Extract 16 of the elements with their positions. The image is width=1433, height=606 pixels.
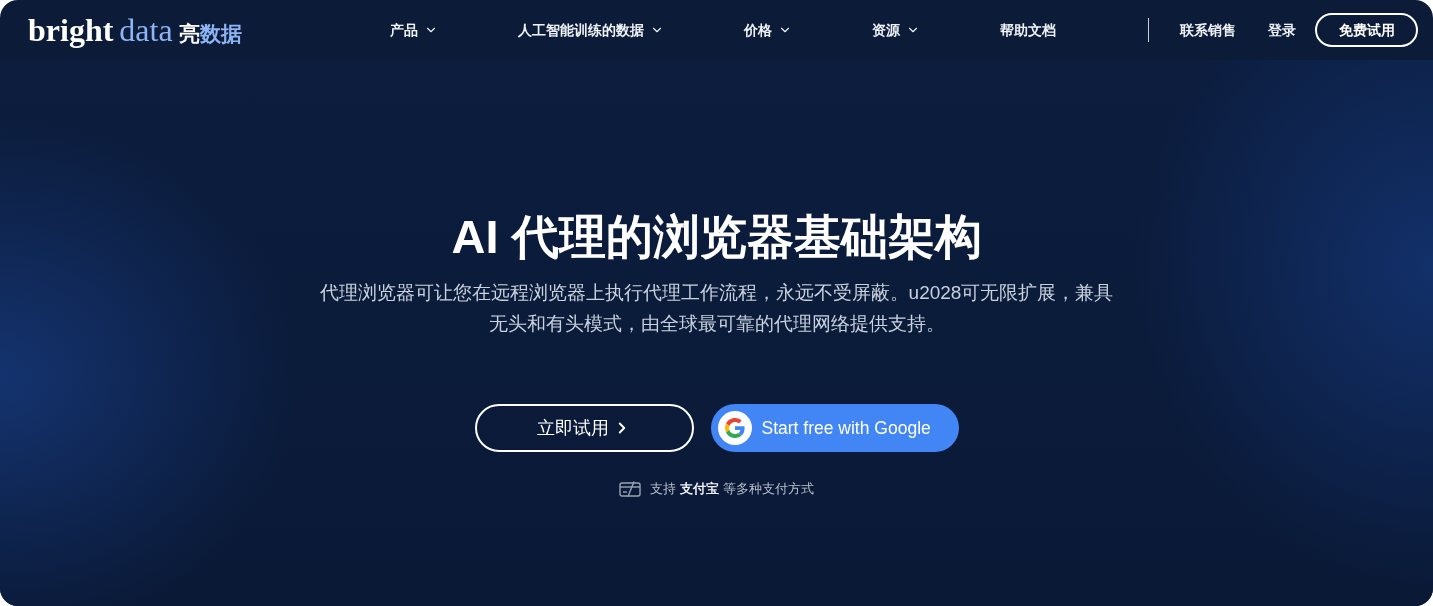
google-signup-button[interactable]: Start free with Google xyxy=(710,404,959,453)
nav-menu-item[interactable]: 帮助文档 xyxy=(999,19,1056,41)
nav-menu-item[interactable]: 资源 xyxy=(871,19,920,41)
hero-description: 代理浏览器可让您在远程浏览器上执行代理工作流程，永远不受屏蔽。u2028可无限扩展，兼具无头和有头模式，由全球最可靠的代理网络提供支持。 xyxy=(318,281,1115,337)
nav-menu-item[interactable]: 人工智能训练的数据 xyxy=(517,19,664,41)
logo[interactable]: bright data 亮数据 xyxy=(28,14,242,46)
nav-link[interactable]: 登录 xyxy=(1268,19,1296,41)
try-now-button[interactable]: 立即试用 xyxy=(474,404,694,453)
nav-link[interactable]: 联系销售 xyxy=(1180,19,1236,41)
google-g-icon xyxy=(717,411,752,446)
hero-title: AI 代理的浏览器基础架构 xyxy=(451,209,982,265)
free-trial-button[interactable]: 免费试用 xyxy=(1315,13,1418,47)
nav-menu-item[interactable]: 产品 xyxy=(389,19,438,41)
payment-methods-note: 支持 支付宝 等多种支付方式 xyxy=(650,480,814,499)
credit-card-icon xyxy=(619,481,642,498)
nav-menu-item[interactable]: 价格 xyxy=(743,19,792,41)
